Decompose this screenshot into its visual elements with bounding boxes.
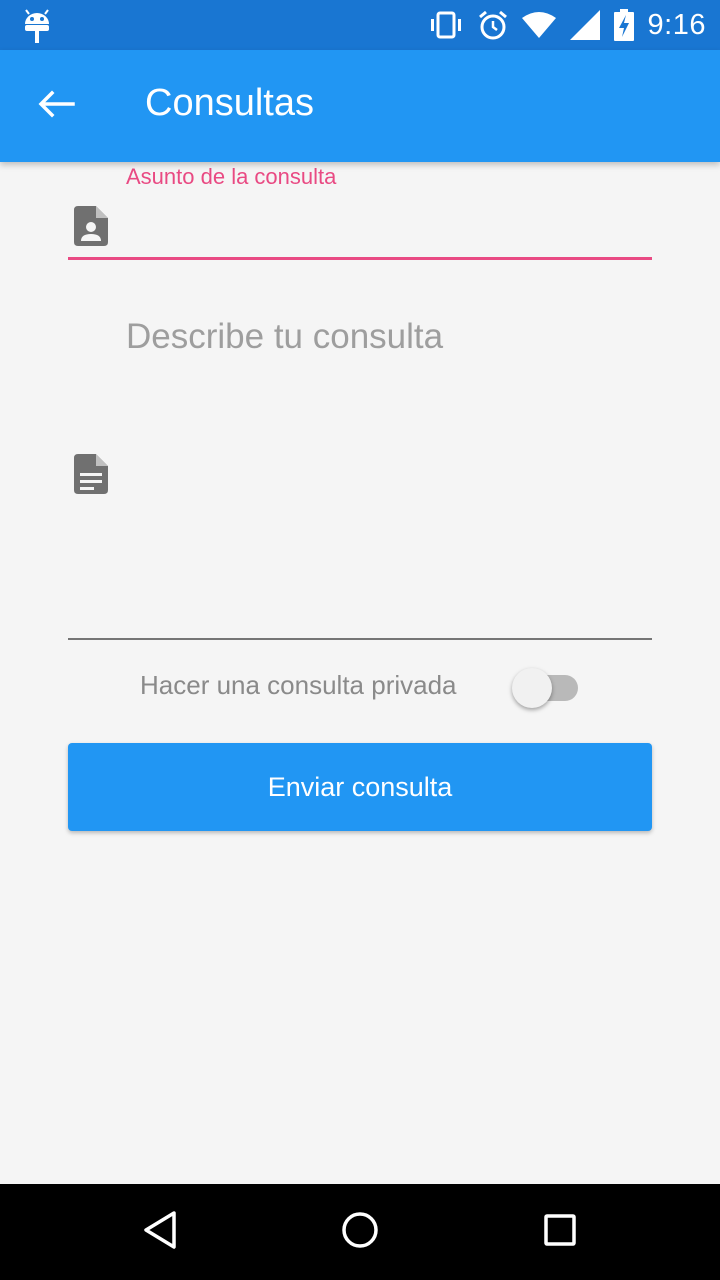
description-field[interactable]: Describe tu consulta [68, 292, 652, 642]
navigation-bar [0, 1184, 720, 1280]
alarm-icon [478, 10, 508, 40]
document-text-icon [74, 454, 108, 499]
home-circle-icon [340, 1210, 380, 1255]
private-toggle-label: Hacer una consulta privada [140, 670, 457, 700]
vibrate-icon [428, 11, 464, 39]
signal-icon [569, 10, 600, 40]
status-time: 9:16 [647, 8, 706, 41]
recents-square-icon [540, 1210, 580, 1255]
nav-back-button[interactable] [130, 1202, 190, 1262]
page-title: Consultas [145, 82, 314, 124]
subject-underline [68, 257, 652, 260]
form-container: Asunto de la consulta Describe tu consul… [0, 162, 720, 1184]
app-bar: Consultas [0, 50, 720, 162]
subject-input[interactable] [126, 208, 646, 248]
arrow-back-icon [37, 89, 75, 124]
back-button[interactable] [26, 76, 86, 136]
nav-home-button[interactable] [330, 1202, 390, 1262]
status-bar: 9:16 [0, 0, 720, 50]
switch-thumb [512, 668, 552, 708]
subject-label: Asunto de la consulta [126, 164, 337, 189]
back-triangle-icon [140, 1210, 180, 1255]
description-placeholder: Describe tu consulta [126, 317, 444, 356]
submit-button[interactable]: Enviar consulta [68, 743, 652, 831]
android-debug-icon [22, 9, 52, 43]
private-toggle-row: Hacer una consulta privada [0, 662, 720, 708]
wifi-icon [521, 12, 556, 38]
description-underline [68, 638, 652, 640]
nav-recents-button[interactable] [530, 1202, 590, 1262]
battery-charging-icon [613, 9, 634, 41]
subject-field: Asunto de la consulta [68, 162, 652, 262]
private-switch[interactable] [512, 666, 580, 708]
contact-file-icon [74, 206, 108, 251]
